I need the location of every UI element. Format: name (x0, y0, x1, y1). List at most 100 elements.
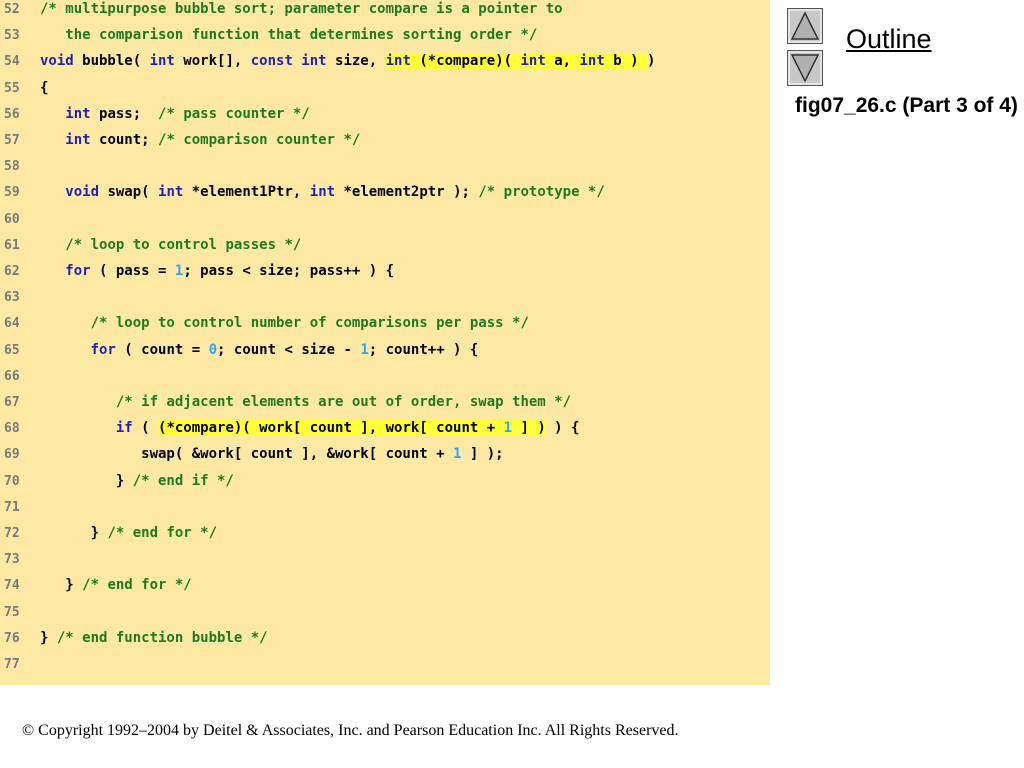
code-line: 73 (0, 546, 40, 572)
line-number: 59 (4, 185, 20, 201)
code-panel: 52 /* multipurpose bubble sort; parameter… (0, 0, 770, 685)
line-number: 65 (4, 342, 20, 358)
code-token: a, (545, 53, 580, 70)
code-line: 64 /* loop to control number of comparis… (0, 310, 529, 336)
line-number: 69 (4, 447, 20, 463)
code-token: ] ) (512, 420, 546, 437)
code-token: ) { (545, 420, 580, 437)
line-number: 75 (4, 604, 20, 620)
code-line: 66 (0, 363, 40, 389)
code-token: for (65, 263, 91, 279)
code-line: 56 int pass; /* pass counter */ (0, 101, 310, 127)
code-line: 76} /* end function bubble */ (0, 625, 268, 651)
line-number: 68 (4, 421, 20, 437)
code-line: 59 void swap( int *element1Ptr, int *ele… (0, 179, 605, 205)
code-token: /* pass counter */ (158, 105, 310, 122)
line-number: 77 (4, 657, 20, 672)
code-token: ( (132, 420, 159, 437)
triangle-down-icon[interactable] (787, 50, 823, 86)
code-token: work[], (174, 53, 251, 70)
line-number: 66 (4, 368, 20, 384)
code-line: 72 } /* end for */ (0, 520, 217, 546)
code-token: (*compare)( (410, 53, 521, 70)
code-token: 0 (208, 341, 218, 358)
code-token: { (40, 79, 49, 96)
code-token: int (309, 184, 336, 201)
code-line: 54 void bubble( int work[], const int siz… (0, 48, 655, 74)
code-token: ; pass < size; pass++ ) { (183, 263, 395, 279)
code-line: 57 int count; /* comparison counter */ (0, 127, 360, 153)
code-token: void (65, 184, 100, 201)
code-token: const int (250, 53, 327, 70)
code-token: 1 (360, 341, 369, 358)
code-line: 58 (0, 153, 40, 179)
code-token: swap( (99, 184, 159, 201)
code-token: /* end for */ (107, 525, 218, 541)
code-line: 75 (0, 599, 40, 625)
line-number: 63 (4, 290, 20, 306)
code-token: ; count < size - (217, 341, 361, 358)
code-token: } (40, 629, 57, 646)
line-number: 60 (4, 211, 20, 227)
code-token: bubble( (73, 53, 150, 70)
line-number: 55 (4, 80, 20, 96)
code-line: 52 /* multipurpose bubble sort; parameter… (0, 0, 563, 22)
code-token: void (40, 53, 74, 70)
code-line: 62 for ( pass = 1; pass < size; pass++ )… (0, 258, 394, 284)
code-token: count; (90, 132, 159, 148)
code-token: ( count = (115, 341, 209, 358)
code-token: ; count++ ) { (368, 341, 479, 358)
line-number: 56 (4, 106, 20, 122)
code-token: } (40, 577, 83, 594)
code-token: /* if adjacent elements are out of order… (115, 394, 572, 410)
line-number: 52 (4, 2, 20, 17)
triangle-up-icon[interactable] (787, 8, 823, 44)
code-token: (*compare)( work[ count ], work[ count + (158, 420, 504, 437)
figure-label: fig07_26.c (Part 3 of 4) (795, 94, 1018, 117)
code-line: 74 } /* end for */ (0, 572, 192, 598)
code-line: 61 /* loop to control passes */ (0, 232, 301, 258)
code-line: 69 swap( &work[ count ], &work[ count + … (0, 441, 504, 467)
code-token: ( pass = (90, 263, 175, 279)
code-token: ] ); (461, 446, 504, 463)
code-line: 67 /* if adjacent elements are out of or… (0, 389, 571, 415)
line-number: 58 (4, 159, 20, 175)
code-token: int (385, 53, 411, 70)
code-token: /* end function bubble */ (56, 629, 268, 646)
code-token: int (158, 184, 184, 201)
code-line: 70 } /* end if */ (0, 468, 234, 494)
code-line: 53 the comparison function that determin… (0, 22, 537, 48)
code-line: 68 if ( (*compare)( work[ count ], work[… (0, 415, 579, 441)
code-line: 63 (0, 284, 40, 310)
line-number: 64 (4, 316, 20, 332)
code-token: *element1Ptr, (183, 184, 310, 201)
line-number: 53 (4, 28, 20, 44)
line-number: 57 (4, 133, 20, 148)
code-token: /* prototype */ (478, 184, 605, 201)
code-token: int (149, 53, 175, 70)
code-line: 65 for ( count = 0; count < size - 1; co… (0, 337, 478, 363)
code-line: 60 (0, 206, 40, 232)
line-number: 74 (4, 578, 20, 594)
line-number: 67 (4, 395, 20, 410)
code-token: /* loop to control passes */ (65, 236, 302, 253)
outline-title: Outline (846, 24, 932, 54)
copyright-notice: © Copyright 1992–2004 by Deitel & Associ… (22, 722, 679, 739)
code-token: /* end for */ (82, 577, 192, 594)
code-token: *element2ptr ); (335, 184, 479, 201)
line-number: 76 (4, 630, 20, 646)
code-token: int (65, 105, 91, 122)
code-token: for (90, 341, 116, 358)
line-number: 70 (4, 473, 20, 489)
code-line: 71 (0, 494, 40, 520)
line-number: 72 (4, 526, 20, 541)
code-token: /* comparison counter */ (158, 132, 361, 148)
code-token: swap( &work[ count ], &work[ count + (40, 446, 454, 463)
